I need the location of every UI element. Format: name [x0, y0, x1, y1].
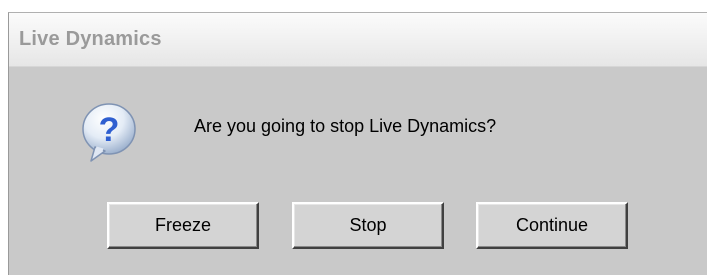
- freeze-button[interactable]: Freeze: [107, 202, 259, 249]
- title-bar[interactable]: Live Dynamics: [9, 13, 707, 67]
- continue-button[interactable]: Continue: [476, 202, 628, 249]
- svg-text:?: ?: [99, 111, 120, 149]
- window-title: Live Dynamics: [19, 28, 162, 50]
- dialog-window: Live Dynamics ? Are you going to stop Li…: [8, 12, 707, 275]
- question-icon: ?: [73, 95, 143, 165]
- stop-button[interactable]: Stop: [292, 202, 444, 249]
- dialog-message: Are you going to stop Live Dynamics?: [194, 116, 497, 136]
